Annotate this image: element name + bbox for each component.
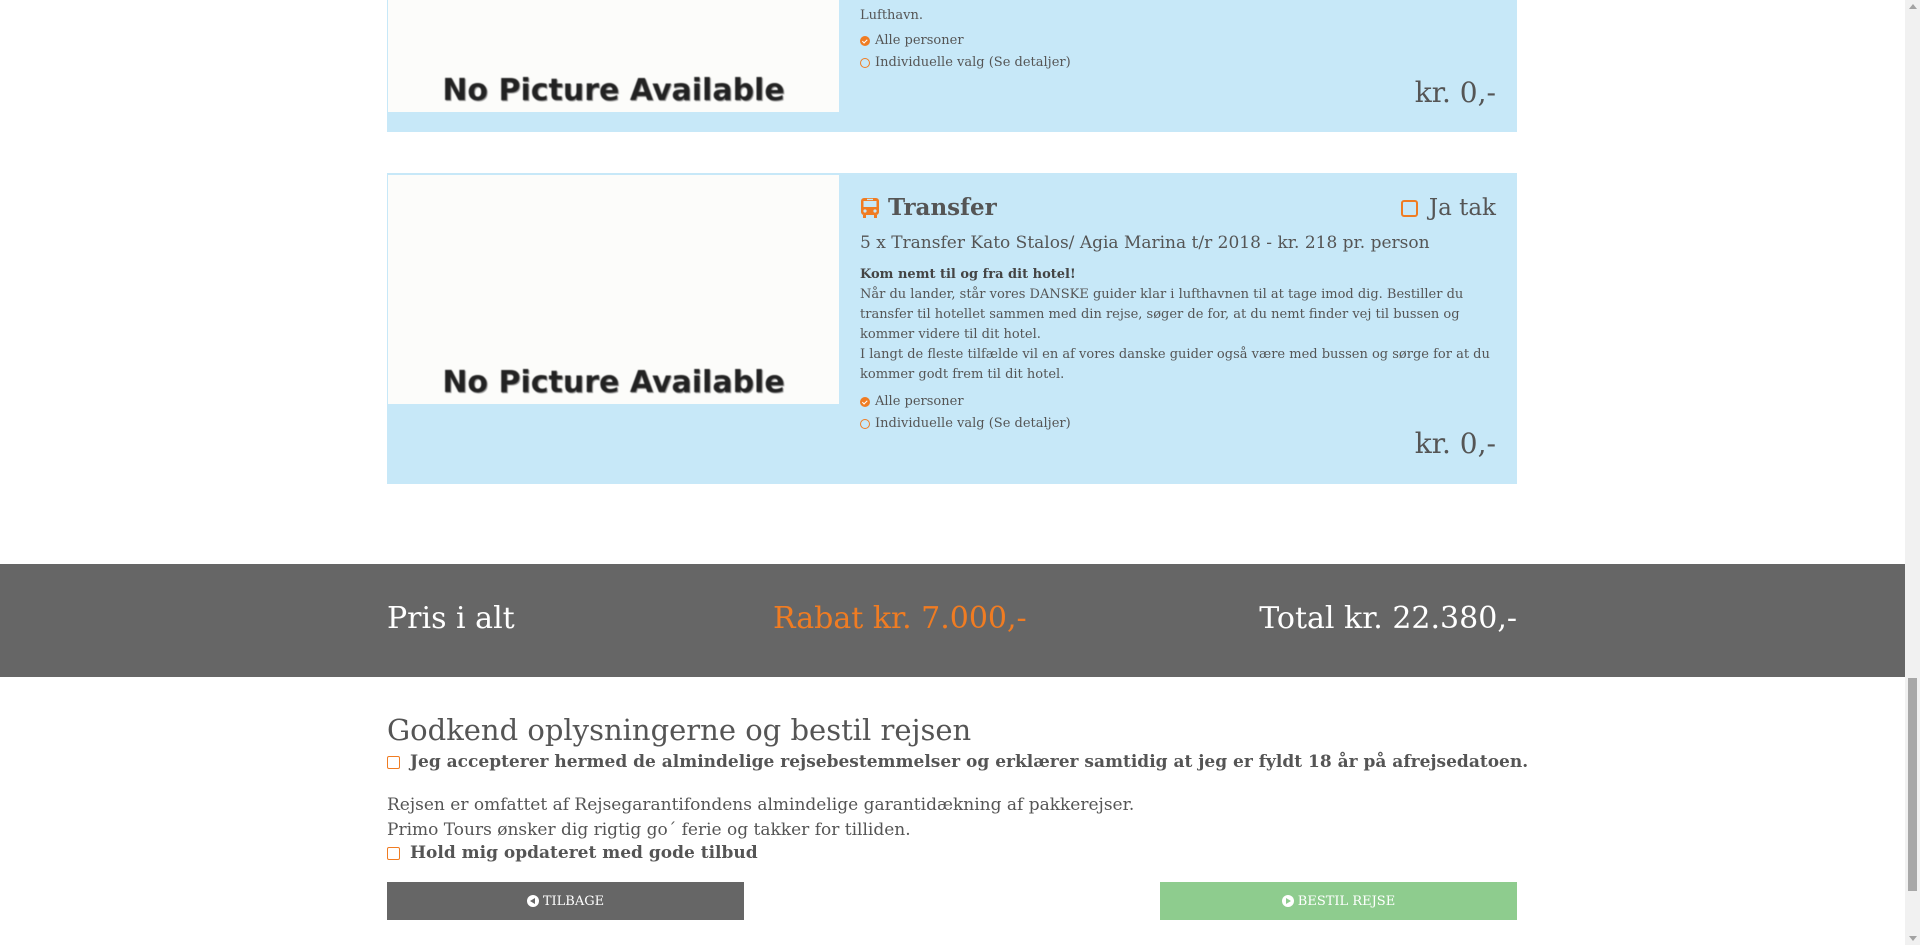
travel-guarantee-info: Rejsen er omfattet af Rejsegarantifonden…: [387, 795, 1135, 840]
checkbox-icon[interactable]: [387, 755, 400, 769]
arrow-left-circle-icon: [526, 895, 539, 907]
product-subtitle: 5 x Transfer Kato Stalos/ Agia Marina t/…: [860, 233, 1430, 253]
price-summary-bar: Pris i alt Rabat kr. 7.000,- Total kr. 2…: [0, 564, 1905, 677]
checkbox-icon[interactable]: [387, 846, 400, 860]
bus-icon: [861, 197, 879, 218]
radio-checked-icon[interactable]: [860, 397, 870, 407]
back-button[interactable]: TILBAGE: [387, 882, 744, 920]
order-trip-button[interactable]: BESTIL REJSE: [1160, 882, 1517, 920]
confirm-heading: Godkend oplysningerne og bestil rejsen: [387, 713, 972, 747]
radio-unchecked-icon[interactable]: [860, 419, 870, 429]
description-paragraph: I langt de fleste tilfælde vil en af vor…: [860, 347, 1490, 382]
total-amount: Total kr. 22.380,-: [1259, 601, 1517, 636]
newsletter-checkbox[interactable]: Hold mig opdateret med gode tilbud: [387, 843, 758, 863]
description-heading: Kom nemt til og fra dit hotel!: [860, 267, 1076, 282]
discount-amount: Rabat kr. 7.000,-: [773, 601, 1027, 636]
product-image-placeholder: No Picture Available: [388, 175, 839, 404]
product-price: kr. 0,-: [1414, 76, 1496, 109]
option-individual[interactable]: Individuelle valg (Se detaljer): [860, 413, 1496, 435]
page-scrollbar[interactable]: [1905, 0, 1920, 945]
product-card-1: No Picture Available Lufthavn. Alle pers…: [387, 0, 1517, 132]
checkbox-icon[interactable]: [1400, 199, 1418, 217]
total-label: Pris i alt: [387, 601, 515, 636]
product-card-transfer: No Picture Available Transfer 5 x Transf…: [387, 173, 1517, 484]
accept-terms-checkbox[interactable]: Jeg accepterer hermed de almindelige rej…: [387, 752, 1528, 772]
no-picture-text: No Picture Available: [442, 365, 785, 400]
arrow-right-circle-icon: [1281, 895, 1294, 907]
scroll-down-icon[interactable]: [1909, 936, 1917, 941]
option-individual[interactable]: Individuelle valg (Se detaljer): [860, 52, 1496, 74]
product-price: kr. 0,-: [1414, 427, 1496, 460]
product-description: Kom nemt til og fra dit hotel! Når du la…: [860, 265, 1496, 385]
option-all-persons[interactable]: Alle personer: [860, 30, 1496, 52]
description-paragraph: Når du lander, står vores DANSKE guider …: [860, 287, 1464, 342]
radio-checked-icon[interactable]: [860, 36, 870, 46]
radio-unchecked-icon[interactable]: [860, 58, 870, 68]
product-image-placeholder: No Picture Available: [388, 0, 839, 112]
option-all-persons[interactable]: Alle personer: [860, 391, 1496, 413]
scroll-up-icon[interactable]: [1909, 4, 1917, 9]
product-description: Lufthavn.: [860, 8, 924, 23]
scrollbar-thumb[interactable]: [1908, 678, 1917, 891]
no-picture-text: No Picture Available: [442, 73, 785, 108]
ja-tak-checkbox[interactable]: Ja tak: [1400, 195, 1496, 221]
